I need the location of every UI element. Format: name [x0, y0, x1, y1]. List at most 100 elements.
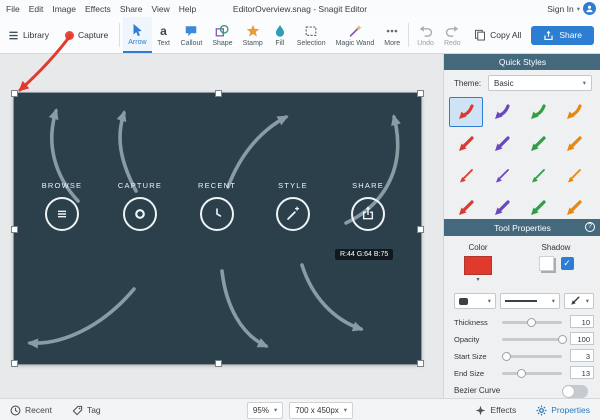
capture-label: Capture [77, 30, 109, 40]
style-swatch[interactable] [485, 161, 519, 191]
tool-shape[interactable]: Shape [207, 17, 237, 53]
style-swatch[interactable] [521, 193, 555, 216]
slider-handle[interactable] [502, 352, 512, 361]
tool-magic-wand[interactable]: Magic Wand [331, 17, 380, 53]
redo-button[interactable]: Redo [439, 17, 466, 53]
tool-selection[interactable]: Selection [292, 17, 331, 53]
share-button[interactable]: Share [531, 25, 594, 45]
caret-down-icon: ▾ [576, 5, 580, 13]
tool-stamp[interactable]: Stamp [238, 17, 268, 53]
opacity-slider[interactable] [502, 335, 567, 344]
effects-button[interactable]: Effects [465, 405, 526, 416]
menu-help[interactable]: Help [179, 4, 196, 14]
toolbar-separator [408, 23, 410, 47]
menu-share[interactable]: Share [120, 4, 143, 14]
end-size-slider[interactable] [502, 369, 562, 378]
capture-button[interactable]: Capture [57, 17, 116, 53]
style-swatch[interactable] [485, 193, 519, 216]
slider-handle[interactable] [517, 369, 527, 378]
tool-callout[interactable]: Callout [176, 17, 208, 53]
canvas-size-select[interactable]: 700 x 450px ▾ [289, 401, 354, 419]
properties-button[interactable]: Properties [526, 405, 600, 416]
arrow-start-style-select[interactable]: ▾ [454, 293, 496, 309]
selection-handle[interactable] [11, 360, 18, 367]
start-size-value[interactable]: 3 [570, 349, 594, 362]
arrow-end-style-select[interactable]: ▾ [564, 293, 594, 309]
style-swatch[interactable] [485, 97, 519, 127]
end-size-value[interactable]: 13 [570, 366, 594, 379]
selection-handle[interactable] [214, 90, 222, 97]
theme-select[interactable]: Basic ▾ [488, 75, 592, 91]
canvas[interactable]: BROWSE CAPTURE RECENT STYLE SHARE R:44 G… [11, 90, 424, 367]
tool-fill[interactable]: Fill [268, 17, 292, 53]
selection-handle[interactable] [214, 360, 222, 367]
selection-handle[interactable] [417, 360, 424, 367]
slider-handle[interactable] [526, 318, 536, 327]
selection-handle[interactable] [11, 90, 18, 97]
fill-icon [273, 23, 287, 39]
toolbar: Library Capture Arrow a Text Callout Sha… [0, 17, 600, 54]
menu-items: File Edit Image Effects Share View Help [0, 4, 196, 14]
magic-wand-icon [348, 23, 362, 39]
undo-icon [419, 23, 433, 39]
clock-icon [10, 405, 21, 415]
recent-button[interactable]: Recent [0, 405, 62, 416]
sign-in[interactable]: Sign In ▾ [547, 0, 596, 17]
feature-browse: BROWSE [22, 181, 102, 231]
menu-image[interactable]: Image [52, 4, 76, 14]
thickness-slider[interactable] [502, 318, 562, 327]
browse-icon [45, 197, 79, 231]
selection-handle[interactable] [417, 90, 424, 97]
style-swatch[interactable] [485, 129, 519, 159]
tool-more[interactable]: More [379, 17, 405, 53]
sign-in-label[interactable]: Sign In [547, 4, 573, 14]
start-size-slider[interactable] [502, 352, 562, 361]
selection-icon [304, 23, 318, 39]
bezier-row: Bezier Curve [444, 384, 600, 398]
toolbar-right: Copy All Share [474, 25, 600, 45]
menu-edit[interactable]: Edit [29, 4, 44, 14]
selection-handle[interactable] [417, 225, 424, 233]
style-swatch[interactable] [521, 129, 555, 159]
opacity-row: Opacity 100 [444, 332, 600, 346]
tool-text[interactable]: a Text [152, 17, 176, 53]
style-swatch[interactable] [449, 161, 483, 191]
slider-handle[interactable] [558, 335, 567, 344]
style-swatch[interactable] [557, 97, 591, 127]
style-swatch[interactable] [521, 161, 555, 191]
style-swatch[interactable] [557, 161, 591, 191]
tag-button[interactable]: Tag [62, 405, 111, 416]
style-swatch[interactable] [449, 193, 483, 216]
status-bar-right: Effects Properties [465, 405, 600, 416]
undo-button[interactable]: Undo [412, 17, 439, 53]
thickness-value[interactable]: 10 [570, 315, 594, 328]
selection-handle[interactable] [11, 225, 18, 233]
start-size-row: Start Size 3 [444, 349, 600, 363]
theme-row: Theme: Basic ▾ [444, 75, 600, 91]
style-swatch[interactable] [557, 129, 591, 159]
copy-all-button[interactable]: Copy All [474, 29, 521, 41]
library-button[interactable]: Library [0, 17, 57, 53]
menu-file[interactable]: File [6, 4, 20, 14]
color-tooltip: R:44 G:64 B:75 [335, 249, 394, 260]
help-icon[interactable]: ? [585, 222, 595, 232]
opacity-value[interactable]: 100 [570, 332, 594, 345]
style-swatch[interactable] [557, 193, 591, 216]
menu-bar: File Edit Image Effects Share View Help … [0, 0, 600, 18]
style-swatch[interactable] [521, 97, 555, 127]
share-icon [544, 30, 553, 40]
style-wand-icon [276, 197, 310, 231]
menu-view[interactable]: View [152, 4, 170, 14]
bezier-toggle[interactable] [562, 385, 588, 398]
gear-icon [536, 405, 547, 415]
avatar[interactable] [583, 2, 596, 15]
style-swatch[interactable] [449, 129, 483, 159]
color-swatch[interactable] [464, 256, 492, 275]
line-style-select[interactable]: ▾ [500, 293, 560, 309]
style-swatch[interactable] [449, 97, 483, 127]
canvas-workspace: BROWSE CAPTURE RECENT STYLE SHARE R:44 G… [0, 53, 443, 398]
menu-effects[interactable]: Effects [85, 4, 111, 14]
tool-arrow[interactable]: Arrow [123, 17, 152, 53]
shadow-checkbox[interactable]: ✓ [560, 257, 574, 270]
zoom-select[interactable]: 95% ▾ [246, 401, 284, 419]
